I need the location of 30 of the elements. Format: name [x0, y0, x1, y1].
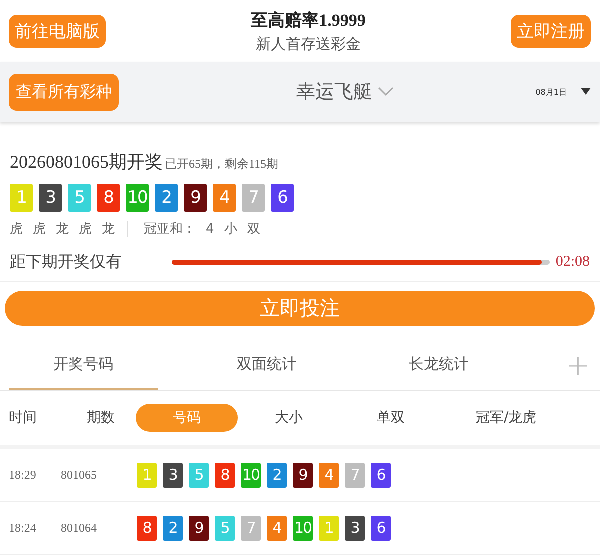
- lottery-name[interactable]: 幸运飞艇: [296, 79, 372, 105]
- sum-value: 小: [224, 221, 238, 238]
- header-subtitle: 新人首存送彩金: [256, 34, 361, 54]
- dragon-tiger-result: 龙: [56, 221, 69, 238]
- issue-cell-text: 801064: [61, 520, 98, 536]
- time-cell-text: 18:29: [9, 468, 38, 482]
- sum-value: 4: [206, 222, 214, 236]
- time-cell-text: 18:24: [9, 520, 38, 536]
- dropdown-icon[interactable]: [581, 88, 591, 96]
- dragon-tiger-result: 龙: [102, 221, 115, 238]
- date-label[interactable]: 08月1日: [536, 86, 567, 98]
- tab[interactable]: 开奖号码: [9, 340, 158, 390]
- filter-tab[interactable]: 单双: [356, 404, 426, 432]
- dragon-tiger-result: 虎: [10, 221, 23, 238]
- draw-progress-text: 已开65期，剩余115期: [165, 156, 279, 173]
- sum-value: 双: [247, 221, 260, 238]
- dragon-tiger-result: 虎: [33, 221, 46, 238]
- filter-tab[interactable]: 大小: [254, 404, 324, 432]
- tab[interactable]: 长龙统计: [364, 340, 514, 390]
- sum-label: 冠亚和：: [144, 221, 196, 238]
- issue-cell-text: 801065: [61, 468, 98, 482]
- header-title: 至高赔率1.9999: [251, 10, 366, 32]
- dragon-tiger-result: 虎: [79, 221, 92, 238]
- column-header: 时间: [9, 409, 38, 427]
- issue-title: 20260801065期开奖: [10, 151, 163, 174]
- countdown-label: 距下期开奖仅有: [10, 252, 123, 273]
- tab[interactable]: 双面统计: [192, 340, 342, 390]
- countdown-time: 02:08: [556, 254, 590, 271]
- column-header: 期数: [87, 409, 116, 427]
- filter-tab[interactable]: 冠军/龙虎: [462, 404, 551, 432]
